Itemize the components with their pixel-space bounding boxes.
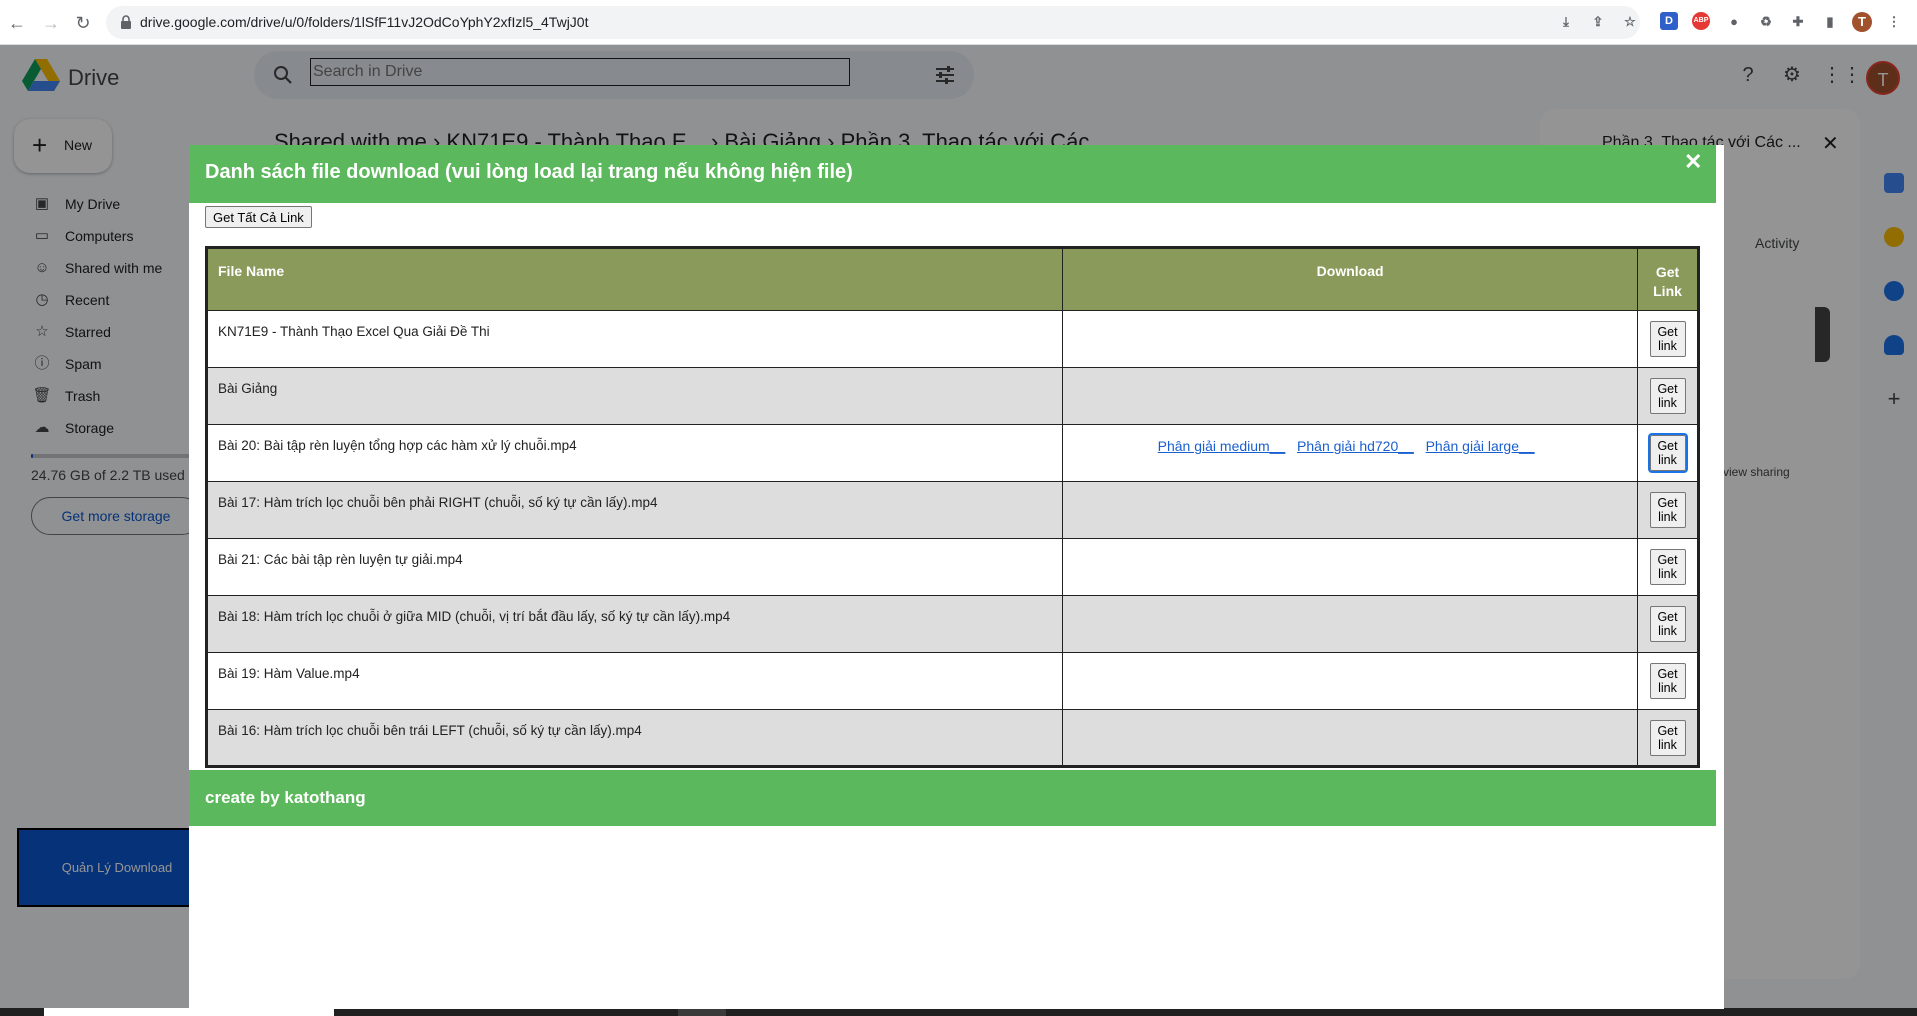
- table-row: KN71E9 - Thành Thạo Excel Qua Giải Đề Th…: [205, 310, 1699, 368]
- extension-d-icon[interactable]: D: [1660, 12, 1678, 30]
- get-link-button[interactable]: Get link: [1649, 492, 1686, 528]
- get-link-cell: Get link: [1637, 538, 1699, 596]
- browser-toolbar: ← → ↻ drive.google.com/drive/u/0/folders…: [0, 0, 1917, 45]
- table-row: Bài 21: Các bài tập rèn luyện tự giải.mp…: [205, 538, 1699, 596]
- file-name-cell: KN71E9 - Thành Thạo Excel Qua Giải Đề Th…: [205, 310, 1064, 368]
- modal-header: Danh sách file download (vui lòng load l…: [189, 145, 1716, 203]
- file-name-cell: Bài 20: Bài tập rèn luyện tổng hợp các h…: [205, 424, 1064, 482]
- get-link-cell: Get link: [1637, 367, 1699, 425]
- column-header-download: Download: [1062, 247, 1639, 311]
- file-name-cell: Bài 19: Hàm Value.mp4: [205, 652, 1064, 710]
- download-cell: [1062, 538, 1639, 596]
- get-link-button[interactable]: Get link: [1649, 663, 1686, 699]
- file-table: File Name Download Get Link KN71E9 - Thà…: [205, 246, 1700, 768]
- file-name-cell: Bài Giảng: [205, 367, 1064, 425]
- download-cell: [1062, 652, 1639, 710]
- lock-icon: [121, 15, 131, 29]
- download-cell: Phân giải medium__ Phân giải hd720__ Phâ…: [1062, 424, 1639, 482]
- side-panel-icon[interactable]: ▮: [1820, 12, 1840, 32]
- table-row: Bài 20: Bài tập rèn luyện tổng hợp các h…: [205, 424, 1699, 482]
- download-cell: [1062, 709, 1639, 767]
- taskbar-app[interactable]: [678, 1008, 726, 1016]
- download-link-large[interactable]: Phân giải large__: [1426, 438, 1535, 454]
- browser-menu-icon[interactable]: ⋮: [1884, 12, 1904, 32]
- column-header-file-name: File Name: [205, 247, 1064, 311]
- download-link-medium[interactable]: Phân giải medium__: [1158, 438, 1286, 454]
- get-link-cell: Get link: [1637, 595, 1699, 653]
- table-row: Bài 18: Hàm trích lọc chuỗi ở giữa MID (…: [205, 595, 1699, 653]
- install-app-icon[interactable]: ⤓: [1556, 12, 1576, 32]
- get-link-button[interactable]: Get link: [1649, 549, 1686, 585]
- bookmark-star-icon[interactable]: ☆: [1620, 12, 1640, 32]
- get-link-button[interactable]: Get link: [1649, 720, 1686, 756]
- modal-title: Danh sách file download (vui lòng load l…: [205, 161, 853, 183]
- get-link-cell: Get link: [1637, 481, 1699, 539]
- get-link-button[interactable]: Get link: [1649, 606, 1686, 642]
- table-header-row: File Name Download Get Link: [205, 247, 1699, 311]
- taskbar: [0, 1008, 1917, 1016]
- download-list-modal: Danh sách file download (vui lòng load l…: [189, 145, 1724, 1009]
- close-icon[interactable]: ✕: [1684, 149, 1702, 175]
- file-name-cell: Bài 17: Hàm trích lọc chuỗi bên phải RIG…: [205, 481, 1064, 539]
- taskbar-search[interactable]: [44, 1008, 334, 1016]
- get-link-cell: Get link: [1637, 310, 1699, 368]
- table-row: Bài 19: Hàm Value.mp4 Get link: [205, 652, 1699, 710]
- reload-icon[interactable]: ↻: [70, 10, 96, 36]
- url-text: drive.google.com/drive/u/0/folders/1lSfF…: [140, 14, 589, 30]
- download-cell: [1062, 310, 1639, 368]
- modal-footer: create by katothang: [189, 770, 1716, 826]
- puzzle-extensions-icon[interactable]: ✚: [1788, 12, 1808, 32]
- download-cell: [1062, 595, 1639, 653]
- table-row: Bài 17: Hàm trích lọc chuỗi bên phải RIG…: [205, 481, 1699, 539]
- file-name-cell: Bài 18: Hàm trích lọc chuỗi ở giữa MID (…: [205, 595, 1064, 653]
- file-name-cell: Bài 21: Các bài tập rèn luyện tự giải.mp…: [205, 538, 1064, 596]
- download-cell: [1062, 367, 1639, 425]
- download-link-hd720[interactable]: Phân giải hd720__: [1297, 438, 1414, 454]
- get-link-button[interactable]: Get link: [1649, 321, 1686, 357]
- share-icon[interactable]: ⇪: [1588, 12, 1608, 32]
- footer-credit: create by katothang: [205, 788, 366, 807]
- address-bar[interactable]: drive.google.com/drive/u/0/folders/1lSfF…: [106, 6, 1640, 39]
- recycle-icon[interactable]: ♻: [1756, 12, 1776, 32]
- adblock-icon[interactable]: ABP: [1692, 12, 1710, 30]
- get-link-cell: Get link: [1637, 424, 1699, 482]
- column-header-get-link: Get Link: [1637, 247, 1699, 311]
- table-row: Bài Giảng Get link: [205, 367, 1699, 425]
- get-link-button[interactable]: Get link: [1647, 433, 1688, 473]
- get-all-links-button[interactable]: Get Tất Cả Link: [205, 206, 312, 228]
- download-cell: [1062, 481, 1639, 539]
- back-arrow-icon[interactable]: ←: [4, 10, 30, 36]
- table-row: Bài 16: Hàm trích lọc chuỗi bên trái LEF…: [205, 709, 1699, 767]
- file-name-cell: Bài 16: Hàm trích lọc chuỗi bên trái LEF…: [205, 709, 1064, 767]
- get-link-cell: Get link: [1637, 709, 1699, 767]
- cookie-icon[interactable]: ●: [1724, 12, 1744, 32]
- profile-avatar[interactable]: T: [1852, 12, 1872, 32]
- forward-arrow-icon[interactable]: →: [38, 10, 64, 36]
- get-link-cell: Get link: [1637, 652, 1699, 710]
- get-link-button[interactable]: Get link: [1649, 378, 1686, 414]
